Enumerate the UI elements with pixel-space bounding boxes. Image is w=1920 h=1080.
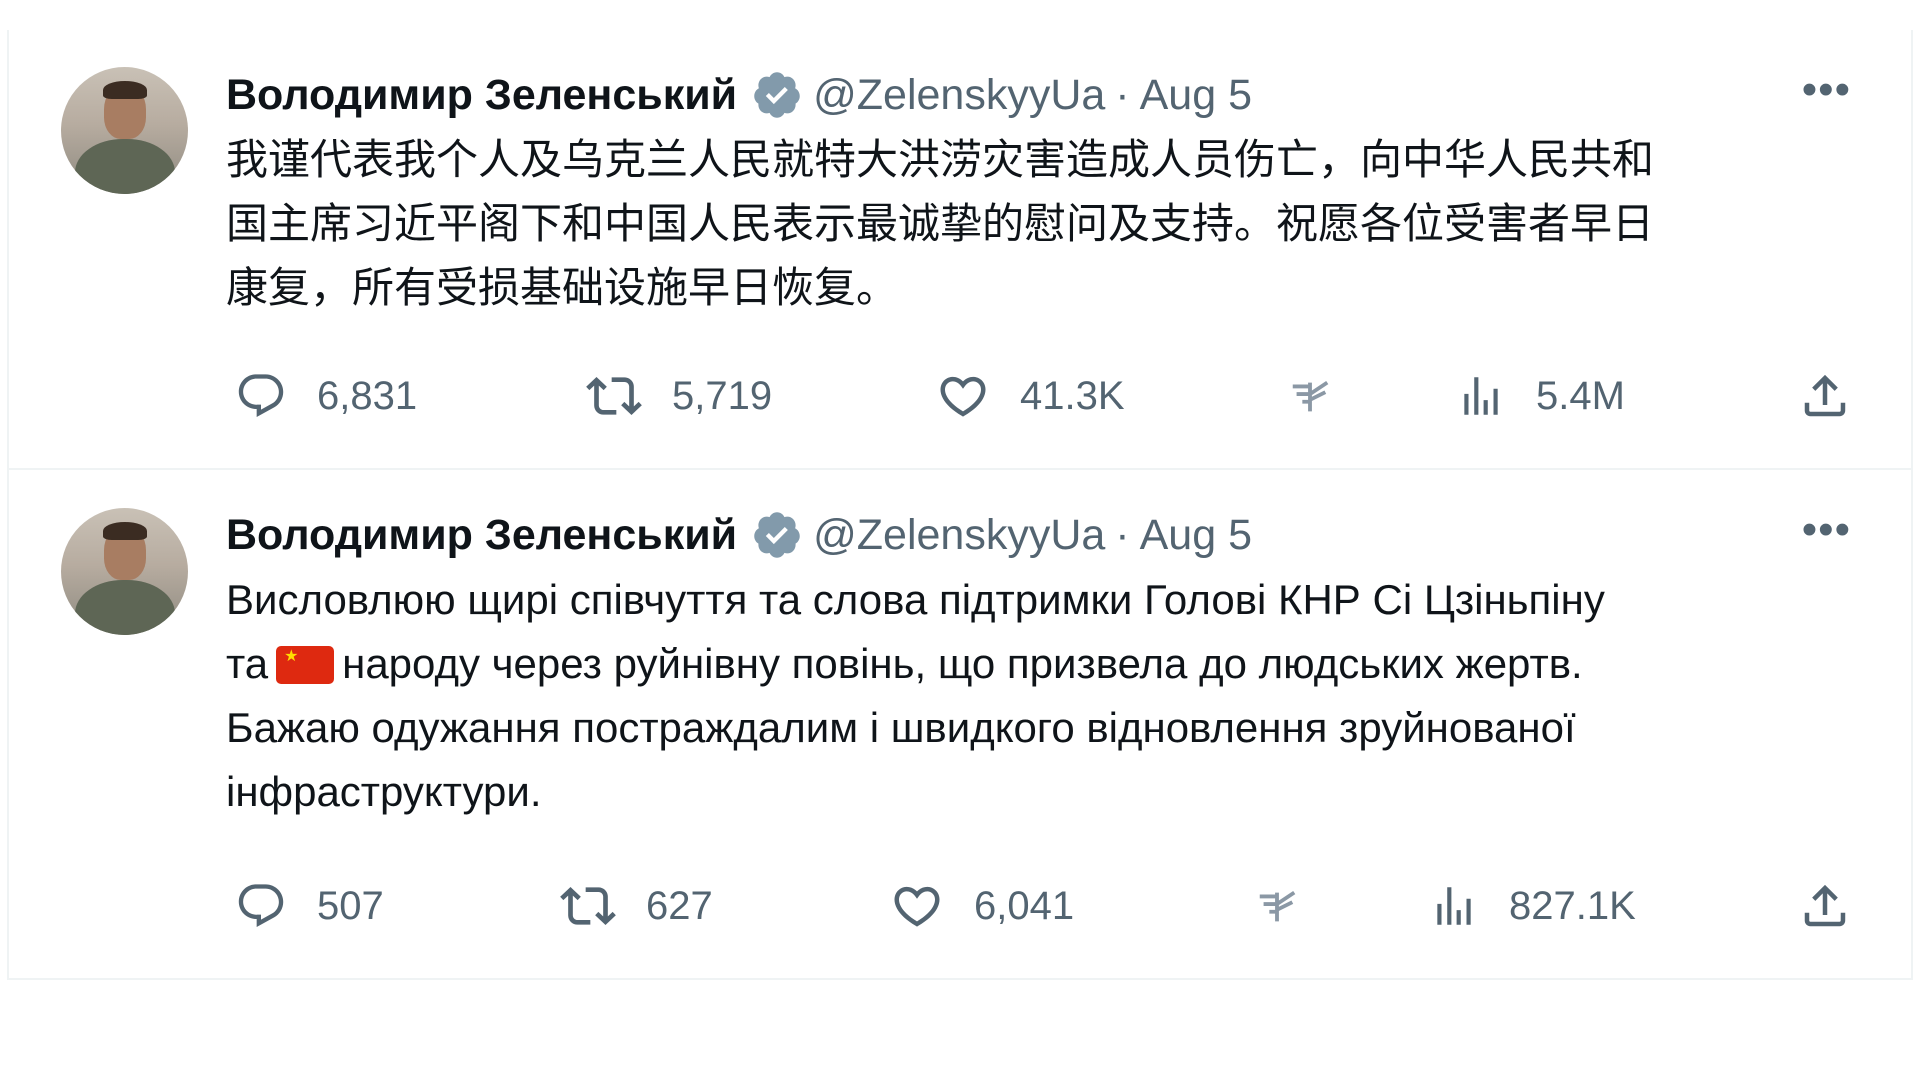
share-icon	[1804, 374, 1846, 417]
share-button[interactable]	[1798, 876, 1852, 936]
repost-count: 627	[646, 883, 713, 928]
author-name[interactable]: Володимир Зеленський	[226, 511, 737, 560]
view-count: 5.4M	[1536, 373, 1625, 418]
tweet-actions: 6,831 5,719 41.3K 5.4M	[9, 366, 1911, 426]
reply-button[interactable]: 6,831	[235, 366, 417, 426]
repost-icon	[560, 887, 616, 925]
reply-count: 507	[317, 883, 384, 928]
like-button[interactable]: 6,041	[890, 876, 1074, 936]
author-handle[interactable]: @ZelenskyyUa	[813, 71, 1105, 120]
heart-icon	[894, 886, 940, 927]
repost-icon	[586, 377, 642, 415]
tweet-feed: Володимир Зеленський @ZelenskyyUa · Aug …	[7, 30, 1913, 980]
tweet-content: Володимир Зеленський @ZelenskyyUa · Aug …	[226, 508, 1851, 824]
avatar[interactable]	[61, 67, 188, 194]
heart-icon	[940, 376, 986, 417]
china-flag-emoji-icon: ★	[276, 646, 335, 684]
tweet[interactable]: Володимир Зеленський @ZelenskyyUa · Aug …	[7, 30, 1913, 470]
view-count: 827.1K	[1509, 883, 1636, 928]
tweet-header: Володимир Зеленський @ZelenskyyUa · Aug …	[226, 68, 1851, 121]
grok-button[interactable]	[1287, 366, 1333, 426]
repost-button[interactable]: 5,719	[586, 366, 772, 426]
like-count: 41.3K	[1020, 373, 1125, 418]
avatar-body-shape	[75, 139, 175, 194]
tweet-date[interactable]: Aug 5	[1140, 71, 1252, 120]
tweet-date[interactable]: Aug 5	[1140, 511, 1252, 560]
author-name[interactable]: Володимир Зеленський	[226, 71, 737, 120]
header-separator: ·	[1115, 70, 1130, 119]
like-button[interactable]: 41.3K	[936, 366, 1125, 426]
repost-count: 5,719	[672, 373, 773, 418]
more-options-icon[interactable]: •••	[1802, 68, 1851, 112]
share-icon	[1804, 884, 1846, 927]
reply-icon	[238, 884, 284, 928]
more-options-icon[interactable]: •••	[1802, 508, 1851, 552]
tweet-actions: 507 627 6,041 827.1K	[9, 876, 1911, 936]
reply-icon	[238, 374, 284, 418]
share-button[interactable]	[1798, 366, 1852, 426]
avatar-hair-shape	[103, 522, 147, 540]
tweet-text: 我谨代表我个人及乌克兰人民就特大洪涝灾害造成人员伤亡，向中华人民共和 国主席习近…	[226, 136, 1655, 311]
tweet[interactable]: Володимир Зеленський @ZelenskyyUa · Aug …	[7, 470, 1913, 980]
author-handle[interactable]: @ZelenskyyUa	[813, 511, 1105, 560]
views-button[interactable]: 5.4M	[1456, 366, 1625, 426]
reply-button[interactable]: 507	[235, 876, 384, 936]
views-icon	[1464, 377, 1498, 415]
avatar-body-shape	[75, 580, 175, 635]
tweet-text-part-2: народу через руйнівну повінь, що призвел…	[226, 640, 1583, 815]
grok-button[interactable]	[1254, 876, 1300, 936]
views-button[interactable]: 827.1K	[1429, 876, 1636, 936]
views-icon	[1437, 887, 1471, 925]
avatar-hair-shape	[103, 81, 147, 99]
tweet-content: Володимир Зеленський @ZelenskyyUa · Aug …	[226, 68, 1851, 320]
verified-badge-icon[interactable]	[751, 69, 803, 121]
repost-button[interactable]: 627	[560, 876, 713, 936]
like-count: 6,041	[974, 883, 1075, 928]
tweet-header: Володимир Зеленський @ZelenskyyUa · Aug …	[226, 508, 1851, 561]
verified-badge-icon[interactable]	[751, 509, 803, 561]
avatar[interactable]	[61, 508, 188, 635]
header-separator: ·	[1115, 510, 1130, 559]
tweet-text: Висловлюю щирі співчуття та слова підтри…	[226, 568, 1851, 824]
reply-count: 6,831	[317, 373, 418, 418]
grok-icon	[1292, 380, 1329, 412]
grok-icon	[1259, 890, 1296, 922]
